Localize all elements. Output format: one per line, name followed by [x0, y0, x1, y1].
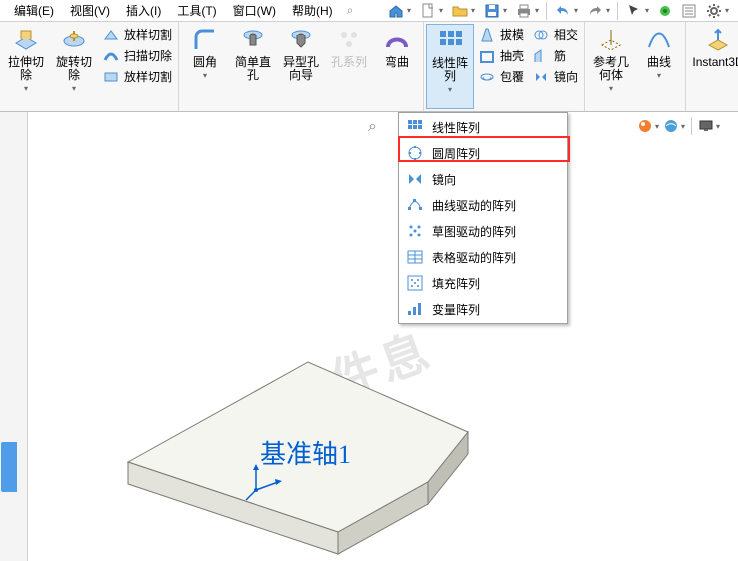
fill-pattern-icon [406, 274, 424, 292]
draft-button[interactable]: 拔模 [476, 25, 526, 45]
menubar: 编辑(E) 视图(V) 插入(I) 工具(T) 窗口(W) 帮助(H) ⌕ [0, 0, 738, 22]
axis-triad-icon [244, 462, 284, 502]
viewport-toolbar [637, 116, 720, 136]
home-icon[interactable] [384, 1, 414, 21]
rebuild-icon[interactable] [654, 1, 676, 21]
scene-icon[interactable] [663, 116, 685, 136]
menu-tools[interactable]: 工具(T) [169, 0, 224, 21]
intersect-button[interactable]: 相交 [530, 25, 580, 45]
dropdown-circular-pattern[interactable]: 圆周阵列 [400, 140, 566, 166]
reference-geometry-button[interactable]: 参考几何体 [587, 24, 635, 109]
mirror-button[interactable]: 镜向 [530, 67, 580, 87]
redo-icon[interactable] [583, 1, 613, 21]
linear-pattern-button[interactable]: 线性阵列 [426, 24, 474, 109]
loft-cut-button[interactable]: 放样切割 [100, 25, 174, 45]
menu-search-icon[interactable]: ⌕ [347, 3, 354, 18]
shell-button[interactable]: 抽壳 [476, 46, 526, 66]
viewport-3d[interactable]: ⌕ 件息 基准轴1 [28, 112, 738, 561]
menu-view[interactable]: 视图(V) [62, 0, 118, 21]
save-icon[interactable] [480, 1, 510, 21]
ribbon-group-reference: 参考几何体 曲线 [585, 22, 686, 111]
curves-button[interactable]: 曲线 [635, 24, 683, 109]
menu-help[interactable]: 帮助(H) [284, 0, 341, 21]
hole-series-button: 孔系列 [325, 24, 373, 109]
dropdown-table-driven-pattern[interactable]: 表格驱动的阵列 [400, 244, 566, 270]
quick-access-toolbar [384, 1, 732, 21]
revolved-cut-label: 旋转切除 [51, 56, 97, 82]
dropdown-sketch-driven-pattern[interactable]: 草图驱动的阵列 [400, 218, 566, 244]
variable-pattern-icon [406, 300, 424, 318]
linear-pattern-icon [406, 118, 424, 136]
left-tab-handle[interactable] [1, 442, 17, 492]
boundary-cut-button[interactable]: 放样切割 [100, 67, 174, 87]
dropdown-fill-pattern[interactable]: 填充阵列 [400, 270, 566, 296]
new-document-icon[interactable] [416, 1, 446, 21]
dropdown-curve-driven-pattern[interactable]: 曲线驱动的阵列 [400, 192, 566, 218]
rib-button[interactable]: 筋 [530, 46, 580, 66]
open-folder-icon[interactable] [448, 1, 478, 21]
table-driven-pattern-icon [406, 248, 424, 266]
appearance-icon[interactable] [637, 116, 659, 136]
fillet-button[interactable]: 圆角 [181, 24, 229, 109]
dropdown-variable-pattern[interactable]: 变量阵列 [400, 296, 566, 322]
settings-gear-icon[interactable] [702, 1, 732, 21]
simple-hole-button[interactable]: 简单直孔 [229, 24, 277, 109]
dropdown-linear-pattern[interactable]: 线性阵列 [400, 114, 566, 140]
extruded-cut-button[interactable]: 拉伸切除 [2, 24, 50, 109]
extruded-cut-label: 拉伸切除 [3, 56, 49, 82]
dropdown-mirror[interactable]: 镜向 [400, 166, 566, 192]
linear-pattern-dropdown: 线性阵列 圆周阵列 镜向 曲线驱动的阵列 草图驱动的阵列 表格驱动的阵列 填充阵… [398, 112, 568, 324]
undo-icon[interactable] [551, 1, 581, 21]
circular-pattern-icon [406, 144, 424, 162]
wrap-button[interactable]: 包覆 [476, 67, 526, 87]
curve-driven-pattern-icon [406, 196, 424, 214]
hole-wizard-button[interactable]: 异型孔向导 [277, 24, 325, 109]
swept-cut-button[interactable]: 扫描切除 [100, 46, 174, 66]
menu-insert[interactable]: 插入(I) [118, 0, 169, 21]
ribbon-group-instant3d: Instant3D [686, 22, 738, 111]
ribbon-group-features: 圆角 简单直孔 异型孔向导 孔系列 弯曲 [179, 22, 424, 111]
ribbon-toolbar: 拉伸切除 旋转切除 放样切割 扫描切除 放样切割 圆角 简单直孔 异型孔向导 孔… [0, 22, 738, 112]
ribbon-group-cut: 拉伸切除 旋转切除 放样切割 扫描切除 放样切割 [0, 22, 179, 111]
flex-button[interactable]: 弯曲 [373, 24, 421, 109]
search-icon[interactable]: ⌕ [368, 118, 377, 136]
left-tab-rail [0, 112, 28, 561]
menu-edit[interactable]: 编辑(E) [6, 0, 62, 21]
print-icon[interactable] [512, 1, 542, 21]
instant3d-button[interactable]: Instant3D [688, 24, 738, 109]
menu-window[interactable]: 窗口(W) [225, 0, 284, 21]
display-state-icon[interactable] [698, 116, 720, 136]
ribbon-group-pattern: 线性阵列 拔模 抽壳 包覆 相交 筋 镜向 [424, 22, 585, 111]
document-options-icon[interactable] [678, 1, 700, 21]
mirror-icon [406, 170, 424, 188]
sketch-driven-pattern-icon [406, 222, 424, 240]
select-icon[interactable] [622, 1, 652, 21]
revolved-cut-button[interactable]: 旋转切除 [50, 24, 98, 109]
